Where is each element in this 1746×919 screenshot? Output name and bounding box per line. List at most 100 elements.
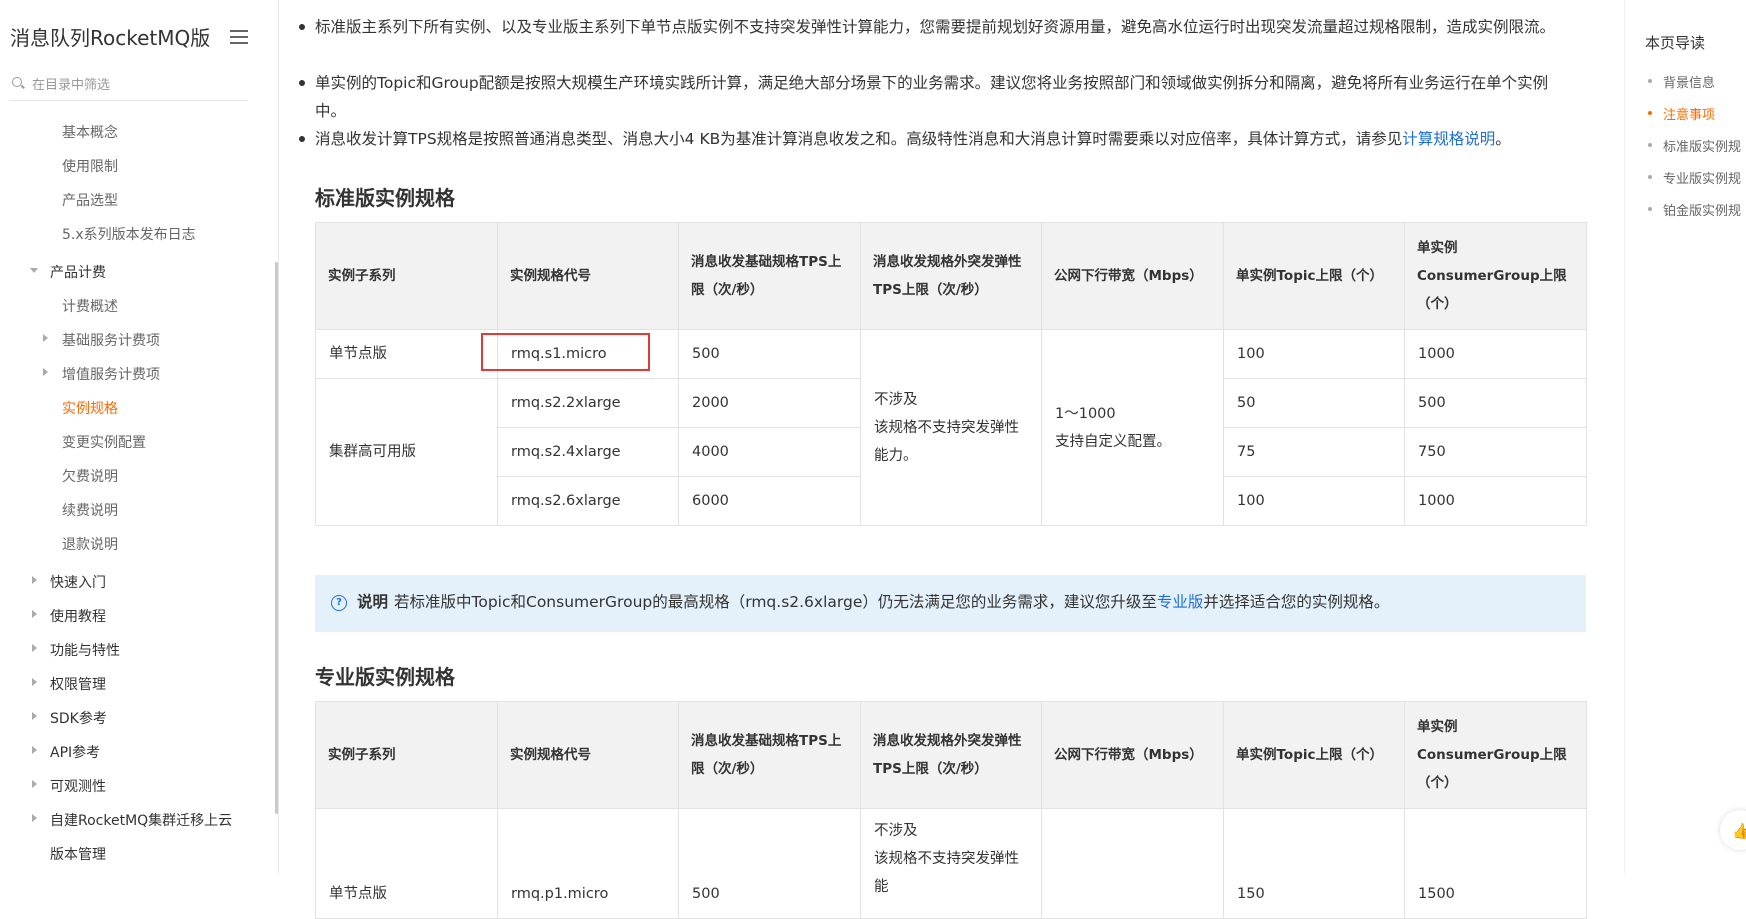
- column-header: 消息收发基础规格TPS上限（次/秒）: [678, 701, 861, 809]
- sidebar-item-quickstart[interactable]: 快速入门: [50, 572, 106, 592]
- topic-cell: 150: [1223, 808, 1405, 919]
- sidebar-item-value-billing[interactable]: 增值服务计费项: [62, 364, 160, 384]
- sidebar-item-api[interactable]: API参考: [50, 742, 100, 762]
- chevron-right-icon[interactable]: [32, 814, 37, 822]
- tps-cell: 500: [678, 808, 861, 919]
- tps-cell: 2000: [678, 378, 861, 428]
- sidebar-item-basic-billing[interactable]: 基础服务计费项: [62, 330, 160, 350]
- toc-item-notes[interactable]: 注意事项: [1647, 104, 1715, 123]
- topic-cell: 50: [1223, 378, 1405, 428]
- series-cell: 单节点版: [315, 329, 498, 379]
- pro-spec-table: 实例子系列 实例规格代号 消息收发基础规格TPS上限（次/秒） 消息收发规格外突…: [315, 701, 1587, 919]
- sidebar-item-billing-overview[interactable]: 计费概述: [62, 296, 118, 316]
- table-header-row: 实例子系列 实例规格代号 消息收发基础规格TPS上限（次/秒） 消息收发规格外突…: [315, 701, 1587, 809]
- sidebar-item-migration[interactable]: 自建RocketMQ集群迁移上云: [50, 810, 232, 830]
- spec-code-cell: rmq.s2.6xlarge: [497, 476, 679, 526]
- info-note: ? 说明 若标准版中Topic和ConsumerGroup的最高规格（rmq.s2…: [315, 575, 1586, 632]
- page-toc: 本页导读 背景信息 注意事项 标准版实例规 专业版实例规 铂金版实例规 👍: [1624, 0, 1746, 873]
- column-header: 实例规格代号: [497, 701, 679, 809]
- column-header: 单实例Topic上限（个）: [1223, 701, 1405, 809]
- series-cell: 集群高可用版: [315, 378, 498, 526]
- thumbs-up-icon: 👍: [1732, 822, 1746, 840]
- burst-cell: 不涉及 该规格不支持突发弹性能: [860, 808, 1042, 919]
- table-header-row: 实例子系列 实例规格代号 消息收发基础规格TPS上限（次/秒） 消息收发规格外突…: [315, 222, 1587, 330]
- group-cell: 1000: [1404, 476, 1587, 526]
- group-cell: 750: [1404, 427, 1587, 477]
- question-icon: ?: [331, 595, 347, 611]
- toc-item-standard[interactable]: 标准版实例规: [1647, 136, 1741, 155]
- sidebar-search[interactable]: 在目录中筛选: [10, 74, 248, 101]
- column-header: 实例子系列: [315, 222, 498, 330]
- standard-heading: 标准版实例规格: [315, 186, 455, 210]
- toc-item-pro[interactable]: 专业版实例规: [1647, 168, 1741, 187]
- search-icon: [12, 77, 22, 87]
- topic-cell: 75: [1223, 427, 1405, 477]
- chevron-right-icon[interactable]: [32, 712, 37, 720]
- sidebar-item-renewal[interactable]: 续费说明: [62, 500, 118, 520]
- note-bullet: 消息收发计算TPS规格是按照普通消息类型、消息大小4 KB为基准计算消息收发之和…: [299, 125, 1579, 153]
- topic-cell: 100: [1223, 329, 1405, 379]
- toc-title: 本页导读: [1645, 34, 1706, 52]
- note-bullet: 标准版主系列下所有实例、以及专业版主系列下单节点版实例不支持突发弹性计算能力，您…: [299, 13, 1579, 41]
- tps-cell: 4000: [678, 427, 861, 477]
- series-cell: 单节点版: [315, 808, 498, 919]
- bandwidth-cell: [1041, 808, 1224, 919]
- burst-cell: 不涉及 该规格不支持突发弹性能力。: [860, 329, 1042, 526]
- sidebar-item-sdk[interactable]: SDK参考: [50, 708, 107, 728]
- spec-code-cell: rmq.s2.2xlarge: [497, 378, 679, 428]
- calc-spec-link[interactable]: 计算规格说明: [1402, 130, 1495, 148]
- sidebar-item-features[interactable]: 功能与特性: [50, 640, 120, 660]
- sidebar-item-instance-spec[interactable]: 实例规格: [62, 398, 118, 418]
- sidebar-item-change-config[interactable]: 变更实例配置: [62, 432, 146, 452]
- feedback-button[interactable]: 👍: [1720, 810, 1746, 850]
- chevron-right-icon[interactable]: [43, 334, 48, 342]
- sidebar-item-permissions[interactable]: 权限管理: [50, 674, 106, 694]
- column-header: 消息收发基础规格TPS上限（次/秒）: [678, 222, 861, 330]
- highlight-box: [481, 333, 650, 371]
- chevron-right-icon[interactable]: [43, 368, 48, 376]
- column-header: 单实例ConsumerGroup上限（个）: [1404, 222, 1587, 330]
- group-cell: 1000: [1404, 329, 1587, 379]
- topic-cell: 100: [1223, 476, 1405, 526]
- column-header: 公网下行带宽（Mbps）: [1041, 222, 1224, 330]
- chevron-right-icon[interactable]: [32, 678, 37, 686]
- toc-item-background[interactable]: 背景信息: [1647, 72, 1715, 91]
- chevron-right-icon[interactable]: [32, 576, 37, 584]
- standard-spec-table: 实例子系列 实例规格代号 消息收发基础规格TPS上限（次/秒） 消息收发规格外突…: [315, 222, 1587, 526]
- sidebar-item-overdue[interactable]: 欠费说明: [62, 466, 118, 486]
- menu-icon[interactable]: [230, 30, 248, 44]
- chevron-right-icon[interactable]: [32, 780, 37, 788]
- sidebar-item-observability[interactable]: 可观测性: [50, 776, 106, 796]
- spec-code-cell: rmq.p1.micro: [497, 808, 679, 919]
- sidebar-item-selection[interactable]: 产品选型: [62, 190, 118, 210]
- column-header: 单实例Topic上限（个）: [1223, 222, 1405, 330]
- sidebar-item-versions[interactable]: 版本管理: [50, 844, 106, 864]
- chevron-right-icon[interactable]: [32, 610, 37, 618]
- group-cell: 500: [1404, 378, 1587, 428]
- toc-item-platinum[interactable]: 铂金版实例规: [1647, 200, 1741, 219]
- sidebar-item-limits[interactable]: 使用限制: [62, 156, 118, 176]
- group-cell: 1500: [1404, 808, 1587, 919]
- sidebar-item-basic-concepts[interactable]: 基本概念: [62, 122, 118, 142]
- pro-edition-link[interactable]: 专业版: [1157, 593, 1204, 611]
- column-header: 消息收发规格外突发弹性TPS上限（次/秒）: [860, 222, 1042, 330]
- column-header: 公网下行带宽（Mbps）: [1041, 701, 1224, 809]
- pro-heading: 专业版实例规格: [315, 665, 455, 689]
- bandwidth-cell: 1～1000 支持自定义配置。: [1041, 329, 1224, 526]
- sidebar-title[interactable]: 消息队列RocketMQ版: [10, 22, 210, 51]
- sidebar: 消息队列RocketMQ版 在目录中筛选 基本概念 使用限制 产品选型 5.x系…: [0, 0, 279, 873]
- sidebar-item-billing[interactable]: 产品计费: [50, 262, 106, 282]
- sidebar-scrollbar[interactable]: [275, 262, 278, 814]
- table-row: 单节点版 rmq.p1.micro 500 不涉及 该规格不支持突发弹性能 15…: [315, 808, 1587, 919]
- sidebar-item-refund[interactable]: 退款说明: [62, 534, 118, 554]
- chevron-right-icon[interactable]: [32, 644, 37, 652]
- sidebar-item-tutorials[interactable]: 使用教程: [50, 606, 106, 626]
- column-header: 消息收发规格外突发弹性TPS上限（次/秒）: [860, 701, 1042, 809]
- tps-cell: 500: [678, 329, 861, 379]
- chevron-right-icon[interactable]: [32, 746, 37, 754]
- chevron-down-icon[interactable]: [30, 268, 38, 273]
- spec-code-cell: rmq.s2.4xlarge: [497, 427, 679, 477]
- main-content: 标准版主系列下所有实例、以及专业版主系列下单节点版实例不支持突发弹性计算能力，您…: [279, 0, 1624, 919]
- sidebar-item-release-log[interactable]: 5.x系列版本发布日志: [62, 224, 196, 244]
- search-input[interactable]: 在目录中筛选: [32, 74, 110, 93]
